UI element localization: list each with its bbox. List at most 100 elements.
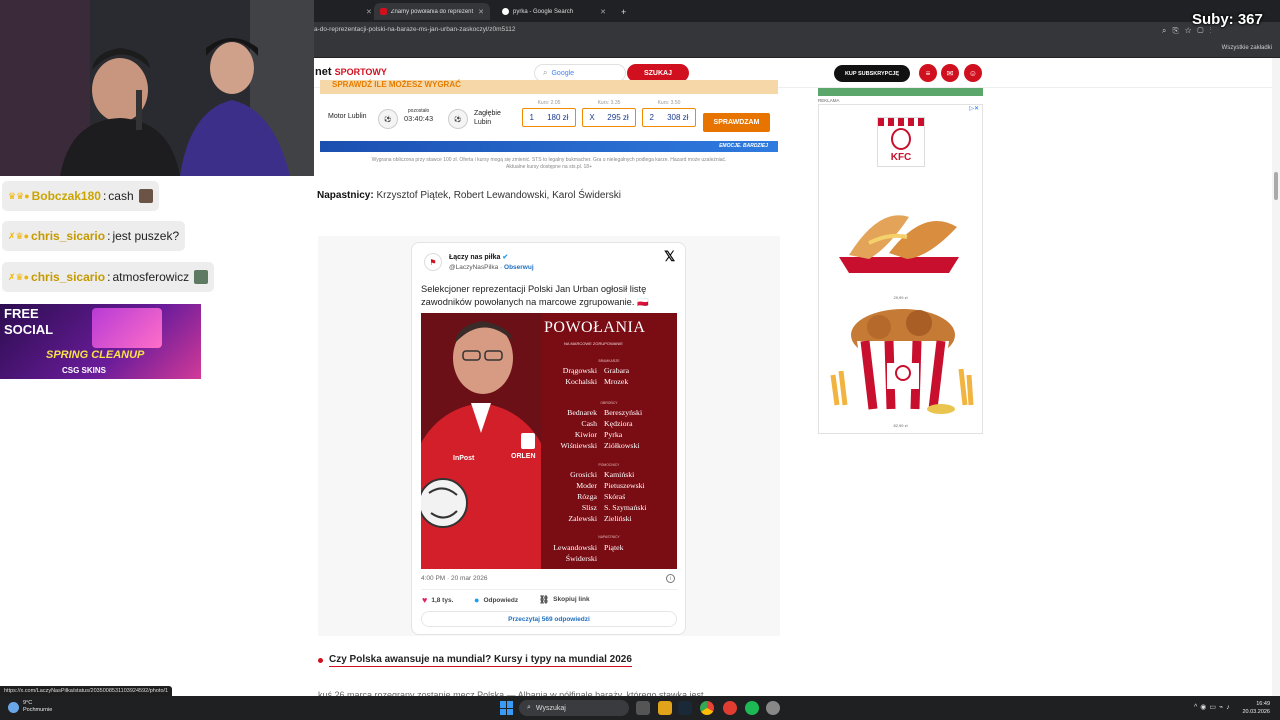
- promo-title: FREE SOCIAL: [4, 306, 53, 338]
- site-logo[interactable]: net SPORTOWY: [315, 66, 387, 78]
- tweet-card[interactable]: ⚑ Łączy nas piłka ✔ @LaczyNasPilka · Obs…: [411, 242, 686, 635]
- taskbar-search-label: Wyszukaj: [535, 704, 566, 712]
- new-tab-button[interactable]: +: [615, 3, 631, 20]
- odd-draw[interactable]: Kurs: 3.35 X 295 zł: [582, 100, 636, 127]
- odd-payout: 295 zł: [607, 113, 629, 122]
- taskbar-search[interactable]: ⌕ Wyszukaj: [519, 700, 629, 716]
- reply-icon: ●: [474, 595, 480, 605]
- time-left: pozostało 03:40:43: [404, 108, 433, 123]
- chrome-icon[interactable]: [700, 701, 714, 715]
- odd-pick: 2: [649, 113, 654, 122]
- all-bookmarks-link[interactable]: Wszystkie zakładki: [1222, 45, 1272, 51]
- player: Kochalski: [565, 377, 597, 386]
- role-forwards: NAPASTNICY: [598, 535, 620, 539]
- kfc-ad[interactable]: ▷✕ KFC 29,99 zł 82,99 zł: [818, 104, 983, 434]
- status-url: https://x.com/LaczyNasPilka/status/20350…: [0, 686, 173, 696]
- spotify-icon[interactable]: [745, 701, 759, 715]
- system-tray[interactable]: ^◉▭⌁♪: [1194, 703, 1233, 711]
- tab-article[interactable]: Znamy powołania do reprezent ✕: [374, 3, 490, 20]
- odd-label: Kurs: 3.35: [597, 100, 621, 106]
- clock[interactable]: 16:49 20.03.2026: [1242, 700, 1270, 716]
- tweet-handle: @LaczyNasPilka · Obserwuj: [449, 264, 534, 271]
- chat-message: ♛♛● Bobczak180: cash: [2, 181, 159, 211]
- follow-link[interactable]: Obserwuj: [504, 264, 534, 271]
- subscribe-button[interactable]: KUP SUBSKRYPCJĘ: [834, 65, 910, 82]
- close-tab-icon[interactable]: ✕: [600, 8, 606, 16]
- link-icon: ⛓: [539, 595, 550, 604]
- chat-username: chris_sicario: [31, 270, 106, 284]
- player: Kamiński: [604, 470, 635, 479]
- player: Mrozek: [604, 377, 629, 386]
- odd-payout: 308 zł: [667, 113, 689, 122]
- disclaimer-line: Wygrana obliczona przy stawce 100 zł. Of…: [371, 157, 727, 163]
- subscriber-counter: Suby: 367: [1192, 11, 1263, 28]
- player: Cash: [581, 419, 597, 428]
- settings-icon[interactable]: [766, 701, 780, 715]
- defenders-left: Bednarek Cash Kiwior Wiśniewski: [529, 407, 597, 451]
- tab-google[interactable]: pyrka - Google Search ✕: [496, 3, 612, 20]
- start-button[interactable]: [500, 701, 514, 715]
- player: S. Szymański: [604, 503, 647, 512]
- tweet-image[interactable]: InPost ORLEN POWOŁANIA NA MARCOWE ZGRUPO…: [421, 313, 677, 569]
- file-explorer-icon[interactable]: [658, 701, 672, 715]
- coach-photo-illustration: [421, 313, 541, 569]
- info-icon[interactable]: i: [666, 574, 675, 583]
- promo-line: SOCIAL: [4, 322, 54, 337]
- menu-icon[interactable]: ≡: [919, 64, 937, 82]
- wrap-product-image: [839, 215, 959, 273]
- tweet-date[interactable]: 4:00 PM · 20 mar 2026: [421, 575, 487, 582]
- avatar[interactable]: ⚑: [424, 253, 442, 271]
- away-team-crest-icon: ⚽: [448, 109, 468, 129]
- x-logo-icon[interactable]: 𝕏: [664, 248, 675, 265]
- read-replies-button[interactable]: Przeczytaj 569 odpowiedzi: [421, 611, 677, 627]
- player: Świderski: [565, 554, 597, 563]
- chat-text: cash: [108, 189, 134, 203]
- player: Bednarek: [567, 408, 597, 417]
- close-tab-icon[interactable]: ✕: [478, 8, 484, 16]
- like-button[interactable]: ♥ 1,8 tys.: [422, 595, 453, 605]
- close-tab-icon[interactable]: ✕: [360, 3, 374, 20]
- related-article-title: Czy Polska awansuje na mundial? Kursy i …: [329, 654, 632, 667]
- reply-button[interactable]: ● Odpowiedz: [474, 595, 518, 605]
- kfc-logo: KFC: [877, 117, 925, 167]
- promo-line: CSG SKINS: [62, 366, 107, 375]
- promo-line: FREE: [4, 306, 39, 321]
- emote-icon: [138, 189, 153, 203]
- url-text[interactable]: a-do-reprezentacji-polski-na-baraze-ms-j…: [314, 26, 515, 33]
- role-defenders: OBROŃCY: [600, 401, 618, 405]
- player: Kiwior: [574, 430, 597, 439]
- chat-username: Bobczak180: [31, 189, 101, 203]
- price-1: 29,99 zł: [893, 295, 908, 300]
- scrollbar-thumb[interactable]: [1274, 172, 1278, 200]
- mail-icon[interactable]: ✉: [941, 64, 959, 82]
- streamer-webcam-illustration: [0, 0, 314, 176]
- app-icon[interactable]: [723, 701, 737, 715]
- check-bet-button[interactable]: SPRAWDZAM: [703, 113, 770, 132]
- ad-choices-icon[interactable]: ▷✕: [969, 105, 979, 112]
- search-icon: ⌕: [543, 68, 548, 77]
- user-icon[interactable]: ☺: [964, 64, 982, 82]
- odd-payout: 180 zł: [547, 113, 569, 122]
- page-scrollbar[interactable]: [1272, 58, 1280, 696]
- tweet-author-name[interactable]: Łączy nas piłka ✔: [449, 253, 508, 261]
- related-article-link[interactable]: Czy Polska awansuje na mundial? Kursy i …: [318, 654, 632, 667]
- callups-title: POWOŁANIA: [544, 319, 646, 336]
- copy-link-button[interactable]: ⛓ Skopiuj link: [539, 595, 590, 604]
- disclaimer-line: Aktualne kursy dostępne na sts.pl. 18+: [505, 163, 593, 170]
- webcam-overlay: [0, 0, 314, 176]
- forwards-left: Lewandowski Świderski: [529, 542, 597, 564]
- away-team: Zagłębie Lubin: [474, 109, 501, 127]
- odd-away[interactable]: Kurs: 3.50 2 308 zł: [642, 100, 696, 127]
- player: Pyrka: [604, 430, 623, 439]
- steam-icon[interactable]: [678, 701, 692, 715]
- strikers-paragraph: Napastnicy: Krzysztof Piątek, Robert Lew…: [317, 190, 621, 201]
- odd-home[interactable]: Kurs: 2.05 1 180 zł: [522, 100, 576, 127]
- bet-footer[interactable]: EMOCJE. BARDZIEJ: [320, 141, 778, 152]
- player: Zieliński: [604, 514, 632, 523]
- ad-label: REKLAMA: [818, 98, 840, 103]
- weather-widget[interactable]: 9°C Pochmurnie: [8, 700, 52, 714]
- copy-link-label: Skopiuj link: [553, 596, 590, 603]
- player: Grosicki: [570, 470, 597, 479]
- task-view-icon[interactable]: [636, 701, 650, 715]
- bet-banner[interactable]: SPRAWDŹ ILE MOŻESZ WYGRAĆ: [320, 80, 778, 94]
